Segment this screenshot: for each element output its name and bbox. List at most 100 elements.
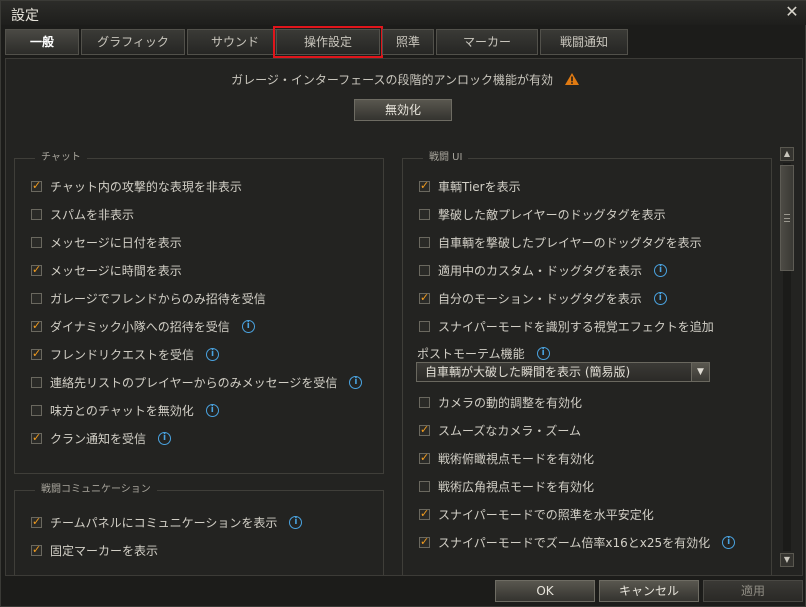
info-icon[interactable]: i xyxy=(158,431,172,445)
checkbox[interactable] xyxy=(31,319,42,332)
battle-ui-option[interactable]: 自分のモーション・ドッグタグを表示 i xyxy=(419,289,667,307)
option-label: 車輌Tierを表示 xyxy=(438,179,521,194)
checkbox[interactable] xyxy=(31,515,42,528)
checkbox[interactable] xyxy=(419,535,430,548)
battle-ui-option[interactable]: スナイパーモードでズーム倍率x16とx25を有効化 i xyxy=(419,533,736,551)
option-label: フレンドリクエストを受信 xyxy=(50,347,195,362)
close-icon[interactable]: ✕ xyxy=(783,3,801,21)
chat-option[interactable]: クラン通知を受信 i xyxy=(31,429,172,447)
battle-ui-option[interactable]: 自車輌を撃破したプレイヤーのドッグタグを表示 xyxy=(419,233,702,251)
option-label: 適用中のカスタム・ドッグタグを表示 xyxy=(438,263,643,278)
checkbox[interactable] xyxy=(31,347,42,360)
tab-graphics[interactable]: グラフィック xyxy=(81,29,185,55)
checkbox[interactable] xyxy=(31,263,42,276)
postmortem-label: ポストモーテム機能 i xyxy=(417,345,550,362)
info-icon[interactable]: i xyxy=(205,403,219,417)
disable-button[interactable]: 無効化 xyxy=(354,99,452,121)
tab-general[interactable]: 一般 xyxy=(5,29,79,55)
settings-content: ガレージ・インターフェースの段階的アンロック機能が有効 無効化 チャット チャッ… xyxy=(5,58,803,576)
checkbox[interactable] xyxy=(419,480,430,492)
info-icon[interactable]: i xyxy=(536,347,550,360)
checkbox[interactable] xyxy=(31,431,42,444)
checkbox[interactable] xyxy=(31,292,42,304)
tab-battle-notifications[interactable]: 戦闘通知 xyxy=(540,29,628,55)
chat-option[interactable]: 連絡先リストのプレイヤーからのみメッセージを受信 i xyxy=(31,373,363,391)
comms-option[interactable]: チームパネルにコミュニケーションを表示 i xyxy=(31,513,303,531)
battle-ui-option[interactable]: スナイパーモードを識別する視覚エフェクトを追加 xyxy=(419,317,714,335)
tab-bar: 一般 グラフィック サウンド 操作設定 照準 マーカー 戦闘通知 xyxy=(1,25,806,58)
option-label: 戦術広角視点モードを有効化 xyxy=(438,479,595,494)
postmortem-selected-value: 自車輌が大破した瞬間を表示 (簡易版) xyxy=(425,365,631,379)
chat-option[interactable]: 味方とのチャットを無効化 i xyxy=(31,401,219,419)
info-icon[interactable]: i xyxy=(206,347,220,361)
option-label: クラン通知を受信 xyxy=(50,431,147,446)
chat-option[interactable]: メッセージに日付を表示 xyxy=(31,233,182,251)
battle-ui-option[interactable]: スナイパーモードでの照準を水平安定化 xyxy=(419,505,654,523)
checkbox[interactable] xyxy=(31,208,42,220)
tab-controls[interactable]: 操作設定 xyxy=(273,26,383,58)
battle-ui-option[interactable]: 車輌Tierを表示 xyxy=(419,177,521,195)
checkbox[interactable] xyxy=(419,423,430,436)
chat-option[interactable]: チャット内の攻撃的な表現を非表示 xyxy=(31,177,242,195)
window-title: 設定 xyxy=(11,8,39,24)
checkbox[interactable] xyxy=(419,264,430,276)
battle-ui-option[interactable]: 戦術俯瞰視点モードを有効化 xyxy=(419,449,594,467)
tab-sound[interactable]: サウンド xyxy=(187,29,283,55)
info-icon[interactable]: i xyxy=(241,319,255,333)
tab-markers[interactable]: マーカー xyxy=(436,29,538,55)
option-label: カメラの動的調整を有効化 xyxy=(438,395,583,410)
battle-ui-option[interactable]: スムーズなカメラ・ズーム xyxy=(419,421,581,439)
checkbox[interactable] xyxy=(419,291,430,304)
option-label: 戦術俯瞰視点モードを有効化 xyxy=(438,451,595,466)
chat-option[interactable]: フレンドリクエストを受信 i xyxy=(31,345,220,363)
battle-ui-option[interactable]: 戦術広角視点モードを有効化 xyxy=(419,477,594,495)
cancel-button[interactable]: キャンセル xyxy=(599,580,699,602)
chat-option[interactable]: スパムを非表示 xyxy=(31,205,134,223)
tab-aim[interactable]: 照準 xyxy=(382,29,434,55)
chevron-down-icon[interactable]: ▼ xyxy=(691,363,709,381)
info-icon[interactable]: i xyxy=(289,515,303,529)
scroll-up-icon[interactable]: ▲ xyxy=(780,147,794,161)
option-label: 固定マーカーを表示 xyxy=(50,543,159,558)
checkbox[interactable] xyxy=(419,320,430,332)
option-label: 味方とのチャットを無効化 xyxy=(50,403,194,418)
comms-group-title: 戦闘コミュニケーション xyxy=(35,483,157,497)
comms-option[interactable]: 固定マーカーを表示 xyxy=(31,541,158,559)
postmortem-dropdown[interactable]: 自車輌が大破した瞬間を表示 (簡易版) ▼ xyxy=(416,362,710,382)
chat-option[interactable]: メッセージに時間を表示 xyxy=(31,261,182,279)
info-icon[interactable]: i xyxy=(349,375,363,389)
postmortem-label-text: ポストモーテム機能 xyxy=(417,347,525,361)
chat-option[interactable]: ガレージでフレンドからのみ招待を受信 xyxy=(31,289,266,307)
checkbox[interactable] xyxy=(419,236,430,248)
checkbox[interactable] xyxy=(419,451,430,464)
scroll-thumb[interactable] xyxy=(780,165,794,271)
checkbox[interactable] xyxy=(31,404,42,416)
checkbox[interactable] xyxy=(31,376,42,388)
apply-button[interactable]: 適用 xyxy=(703,580,803,602)
checkbox[interactable] xyxy=(419,179,430,192)
info-icon[interactable]: i xyxy=(722,535,736,549)
option-label: メッセージに日付を表示 xyxy=(50,235,182,250)
chat-group: チャット チャット内の攻撃的な表現を非表示 スパムを非表示 メッセージに日付を表… xyxy=(14,151,384,474)
option-label: スナイパーモードを識別する視覚エフェクトを追加 xyxy=(438,319,714,334)
warning-icon xyxy=(564,73,579,85)
footer: OK キャンセル 適用 xyxy=(1,578,806,607)
info-icon[interactable]: i xyxy=(653,291,667,305)
checkbox[interactable] xyxy=(31,236,42,248)
checkbox[interactable] xyxy=(419,208,430,220)
checkbox[interactable] xyxy=(31,543,42,556)
info-icon[interactable]: i xyxy=(654,263,668,277)
battle-ui-option[interactable]: 撃破した敵プレイヤーのドッグタグを表示 xyxy=(419,205,666,223)
checkbox[interactable] xyxy=(419,507,430,520)
checkbox[interactable] xyxy=(419,396,430,408)
battle-ui-option[interactable]: カメラの動的調整を有効化 xyxy=(419,393,582,411)
scrollbar[interactable]: ▲ ▼ xyxy=(780,147,794,567)
checkbox[interactable] xyxy=(31,179,42,192)
scroll-down-icon[interactable]: ▼ xyxy=(780,553,794,567)
option-label: メッセージに時間を表示 xyxy=(50,263,182,278)
battle-ui-option[interactable]: 適用中のカスタム・ドッグタグを表示 i xyxy=(419,261,668,279)
option-label: 自分のモーション・ドッグタグを表示 xyxy=(438,291,642,306)
chat-option[interactable]: ダイナミック小隊への招待を受信 i xyxy=(31,317,255,335)
banner-text: ガレージ・インターフェースの段階的アンロック機能が有効 xyxy=(231,73,554,87)
ok-button[interactable]: OK xyxy=(495,580,595,602)
